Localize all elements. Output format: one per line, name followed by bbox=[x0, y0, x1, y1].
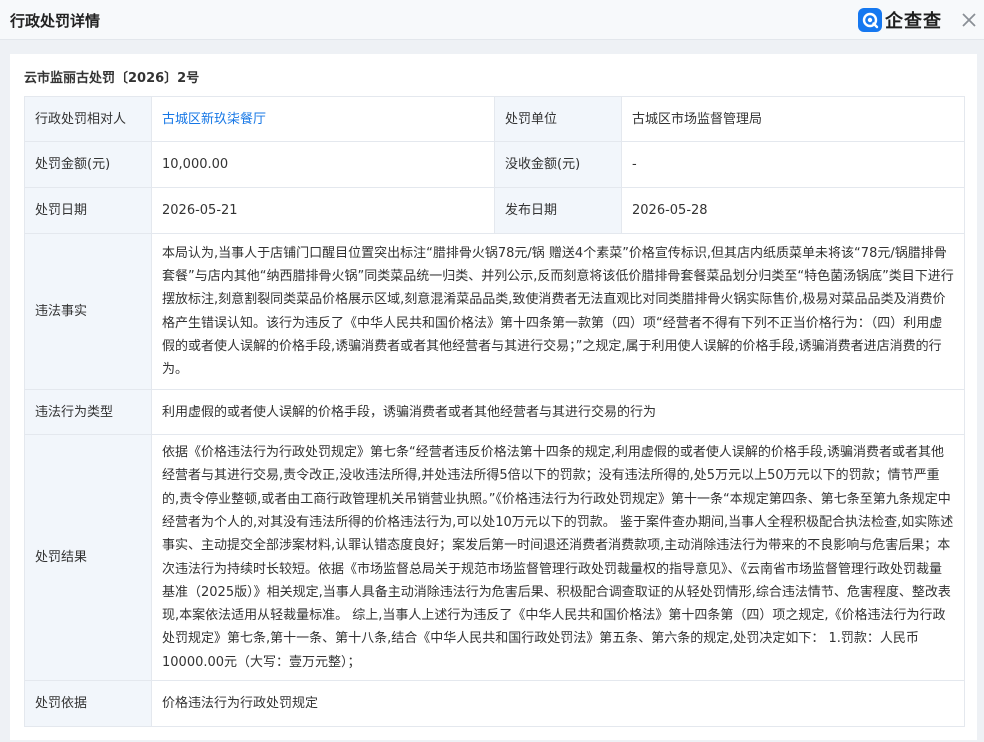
violation-type-label: 违法行为类型 bbox=[24, 389, 152, 435]
table-row: 处罚金额(元) 10,000.00 没收金额(元) - bbox=[24, 141, 965, 188]
target-value-cell: 古城区新玖柒餐厅 bbox=[151, 96, 495, 142]
confiscation-value: - bbox=[621, 141, 965, 188]
unit-value: 古城区市场监督管理局 bbox=[621, 96, 965, 142]
date-value: 2026-05-21 bbox=[151, 187, 495, 234]
basis-value: 价格违法行为行政处罚规定 bbox=[151, 680, 965, 727]
unit-label: 处罚单位 bbox=[494, 96, 622, 142]
violation-type-value: 利用虚假的或者使人误解的价格手段，诱骗消费者或者其他经营者与其进行交易的行为 bbox=[151, 389, 965, 435]
publish-date-label: 发布日期 bbox=[494, 187, 622, 234]
brand-logo: 企查查 bbox=[858, 7, 942, 33]
facts-label: 违法事实 bbox=[24, 233, 152, 390]
title-bar: 行政处罚详情 企查查 bbox=[0, 0, 984, 40]
brand-name: 企查查 bbox=[885, 11, 942, 32]
facts-value: 本局认为,当事人于店铺门口醒目位置突出标注“腊排骨火锅78元/锅 赠送4个素菜”… bbox=[151, 233, 965, 390]
detail-table: 行政处罚相对人 古城区新玖柒餐厅 处罚单位 古城区市场监督管理局 处罚金额(元)… bbox=[24, 96, 965, 727]
confiscation-label: 没收金额(元) bbox=[494, 141, 622, 188]
result-value: 依据《价格违法行为行政处罚规定》第七条“经营者违反价格法第十四条的规定,利用虚假… bbox=[151, 434, 965, 681]
table-row: 处罚结果 依据《价格违法行为行政处罚规定》第七条“经营者违反价格法第十四条的规定… bbox=[24, 434, 965, 681]
table-row: 违法行为类型 利用虚假的或者使人误解的价格手段，诱骗消费者或者其他经营者与其进行… bbox=[24, 389, 965, 435]
case-number: 云市监丽古处罚〔2026〕2号 bbox=[24, 71, 200, 86]
target-label: 行政处罚相对人 bbox=[24, 96, 152, 142]
detail-card: 云市监丽古处罚〔2026〕2号 行政处罚相对人 古城区新玖柒餐厅 处罚单位 古城… bbox=[10, 54, 977, 740]
publish-date-value: 2026-05-28 bbox=[621, 187, 965, 234]
result-label: 处罚结果 bbox=[24, 434, 152, 681]
table-row: 处罚日期 2026-05-21 发布日期 2026-05-28 bbox=[24, 187, 965, 234]
table-row: 处罚依据 价格违法行为行政处罚规定 bbox=[24, 680, 965, 727]
target-company-link[interactable]: 古城区新玖柒餐厅 bbox=[162, 112, 266, 127]
basis-label: 处罚依据 bbox=[24, 680, 152, 727]
amount-label: 处罚金额(元) bbox=[24, 141, 152, 188]
close-button[interactable] bbox=[958, 9, 980, 31]
close-icon bbox=[962, 13, 976, 27]
page-title: 行政处罚详情 bbox=[10, 12, 101, 30]
qcc-logo-icon bbox=[858, 8, 882, 32]
amount-value: 10,000.00 bbox=[151, 141, 495, 188]
date-label: 处罚日期 bbox=[24, 187, 152, 234]
table-row: 违法事实 本局认为,当事人于店铺门口醒目位置突出标注“腊排骨火锅78元/锅 赠送… bbox=[24, 233, 965, 390]
table-row: 行政处罚相对人 古城区新玖柒餐厅 处罚单位 古城区市场监督管理局 bbox=[24, 96, 965, 142]
